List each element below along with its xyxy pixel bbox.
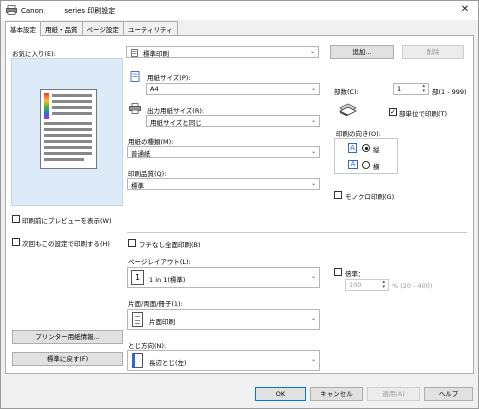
chevron-down-icon: ⌄ [310,148,316,155]
paper-size-value: A4 [150,85,159,93]
media-type-label: 用紙の種類(M): [128,138,174,146]
landscape-radio[interactable] [362,161,370,169]
use-next-time-checkbox[interactable] [12,238,20,246]
chevron-down-icon: ⌄ [310,356,316,363]
cancel-button[interactable]: キャンセル [310,387,363,401]
chevron-down-icon: ⌄ [309,48,315,55]
page-layout-value: 1 in 1(標準) [149,276,186,284]
portrait-label: 縦 [373,146,380,154]
orientation-label: 印刷の向き(O): [336,130,381,138]
portrait-radio[interactable] [362,144,370,152]
scaling-value: 100 [349,281,362,289]
print-quality-select[interactable]: 標準 ⌄ [127,178,320,190]
favorites-label: お気に入り(E): [12,50,56,58]
printer-icon [6,5,17,15]
document-icon [131,49,138,57]
output-size-label: 出力用紙サイズ(R): [147,107,205,115]
close-icon[interactable]: ✕ [458,3,472,17]
printer-paper-info-button[interactable]: プリンター用紙情報... [12,330,123,344]
borderless-checkbox[interactable] [128,239,136,247]
tab-paper-quality[interactable]: 用紙・品質 [40,21,83,35]
ok-button[interactable]: OK [255,387,306,401]
copies-spinner[interactable]: 1 ▴ ▾ [393,83,429,95]
copies-range: 部(1 - 999) [432,88,467,96]
paper-size-icon [130,71,140,82]
collate-label: 部単位で印刷(T) [399,110,448,118]
grayscale-checkbox[interactable] [334,191,342,199]
dialog-button-bar: OK キャンセル 適用(A) ヘルプ [1,379,478,408]
output-size-select[interactable]: 用紙サイズと同じ ⌄ [146,115,320,127]
print-quality-value: 標準 [131,182,144,190]
spinner-arrows-icon[interactable]: ▴ ▾ [422,84,425,94]
preview-page [40,89,97,169]
stapling-value: 長辺とじ(左) [149,359,187,367]
title-bar: Canon series 印刷設定 ✕ [1,1,478,20]
chevron-down-icon: ⌄ [310,117,316,124]
tab-basic[interactable]: 基本設定 [5,21,41,36]
landscape-label: 横 [373,163,380,171]
apply-button[interactable]: 適用(A) [367,387,420,401]
print-settings-window: Canon series 印刷設定 ✕ 基本設定 用紙・品質 ページ設定 ユーテ… [0,0,479,409]
tab-strip: 基本設定 用紙・品質 ページ設定 ユーティリティ [5,21,178,36]
long-edge-left-icon [132,353,143,368]
scaling-label: 倍率： [345,270,365,278]
borderless-label: フチなし全面印刷(B) [139,241,201,249]
collate-checkbox[interactable]: ✓ [389,108,397,116]
chevron-down-icon: ⌄ [310,180,316,187]
duplex-select[interactable]: 片面印刷 ⌄ [127,309,320,330]
preview-before-print-label: 印刷前にプレビューを表示(W) [22,217,112,225]
favorites-select[interactable]: 標準印刷 ⌄ [126,46,319,58]
duplex-label: 片面/両面/冊子(1): [128,300,183,308]
section-divider [127,232,467,233]
scaling-spinner[interactable]: 100 ▴ ▾ [345,279,389,291]
basic-settings-panel: お気に入り(E): 標準印刷 ⌄ 追加... 削除 用紙サイズ(P): A4 ⌄… [5,35,474,374]
stapling-label: とじ方向(N): [128,342,167,350]
print-preview [11,58,123,206]
spinner-arrows-icon[interactable]: ▴ ▾ [382,280,385,290]
page-layout-label: ページレイアウト(L): [128,258,191,266]
favorites-value: 標準印刷 [143,50,169,58]
page-layout-icon: 1 [131,270,144,285]
duplex-value: 片面印刷 [149,318,175,326]
media-type-value: 普通紙 [131,150,151,158]
chevron-down-icon: ⌄ [310,315,316,322]
window-title: Canon series 印刷設定 [21,7,116,15]
tab-utility[interactable]: ユーティリティ [122,21,178,35]
paper-size-label: 用紙サイズ(P): [147,74,191,82]
copies-value: 1 [397,85,402,93]
media-type-select[interactable]: 普通紙 ⌄ [127,146,320,158]
use-next-time-label: 次回もこの設定で印刷する(H) [22,240,110,248]
delete-favorite-button[interactable]: 削除 [402,45,464,59]
tab-page-setup[interactable]: ページ設定 [81,21,124,35]
copies-label: 部数(C): [334,88,359,96]
portrait-a-icon: A [348,143,357,153]
scaling-range: % (20 - 400) [392,282,433,290]
help-button[interactable]: ヘルプ [424,387,473,401]
add-favorite-button[interactable]: 追加... [330,45,394,59]
print-quality-label: 印刷品質(Q): [128,170,167,178]
chevron-down-icon: ⌄ [310,85,316,92]
output-size-value: 用紙サイズと同じ [150,119,202,127]
preview-image-icon [44,93,92,161]
preview-before-print-checkbox[interactable] [12,215,20,223]
restore-defaults-button[interactable]: 標準に戻す(F) [12,352,123,366]
grayscale-label: モノクロ印刷(G) [345,193,395,201]
paper-size-select[interactable]: A4 ⌄ [146,83,320,95]
chevron-down-icon: ⌄ [310,273,316,280]
landscape-a-icon: A [348,160,358,169]
scaling-checkbox[interactable] [334,268,342,276]
copies-icon [339,103,357,116]
page-layout-select[interactable]: 1 1 in 1(標準) ⌄ [127,267,320,288]
printer-output-icon [129,103,141,114]
single-sided-icon [132,312,143,327]
stapling-select[interactable]: 長辺とじ(左) ⌄ [127,350,320,371]
